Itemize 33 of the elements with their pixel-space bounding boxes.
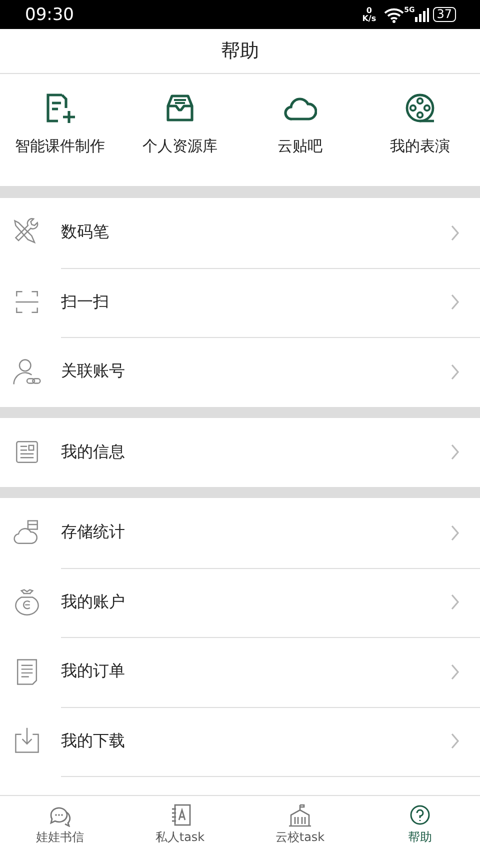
menu-item[interactable]: 存储统计 — [0, 498, 480, 568]
chevron-icon — [450, 362, 460, 381]
page-title: 帮助 — [221, 39, 259, 64]
menu-item[interactable]: 我的订单 — [0, 637, 480, 706]
menu-item[interactable]: 我的信息 — [0, 418, 480, 487]
film-reel-icon — [403, 91, 437, 125]
speed-value: 0 — [366, 6, 372, 14]
chevron-icon — [450, 524, 460, 542]
menu-item[interactable]: 扫一扫 — [0, 268, 480, 337]
shortcut-button[interactable]: 智能课件制作 — [0, 74, 120, 186]
menu-item[interactable]: 关联账号 — [0, 337, 480, 406]
chevron-icon — [450, 662, 460, 681]
speed-unit: K/s — [362, 14, 376, 22]
battery-level: 37 — [432, 7, 456, 22]
status-time: 09:30 — [25, 4, 75, 24]
signal-icon — [414, 8, 429, 22]
menu-item[interactable]: 我的下载 — [0, 706, 480, 776]
chevron-icon — [450, 443, 460, 462]
chevron-icon — [450, 593, 460, 612]
menu-item[interactable]: 我的账户 — [0, 568, 480, 637]
tab-item[interactable]: 帮助 — [360, 796, 480, 853]
shortcut-button[interactable]: 我的表演 — [360, 74, 480, 186]
shortcut-button[interactable]: 云贴吧 — [240, 74, 360, 186]
wifi-icon — [384, 6, 404, 22]
shortcut-button[interactable]: 个人资源库 — [120, 74, 240, 186]
tab-item[interactable]: 私人task — [120, 796, 240, 853]
tab-item[interactable]: 娃娃书信 — [0, 796, 120, 853]
menu-item[interactable]: 数码笔 — [0, 198, 480, 268]
chevron-icon — [450, 224, 460, 242]
school-building-icon — [287, 803, 313, 827]
chevron-icon — [450, 293, 460, 312]
tab-item[interactable]: 云校task — [240, 796, 360, 853]
chevron-icon — [450, 732, 460, 750]
